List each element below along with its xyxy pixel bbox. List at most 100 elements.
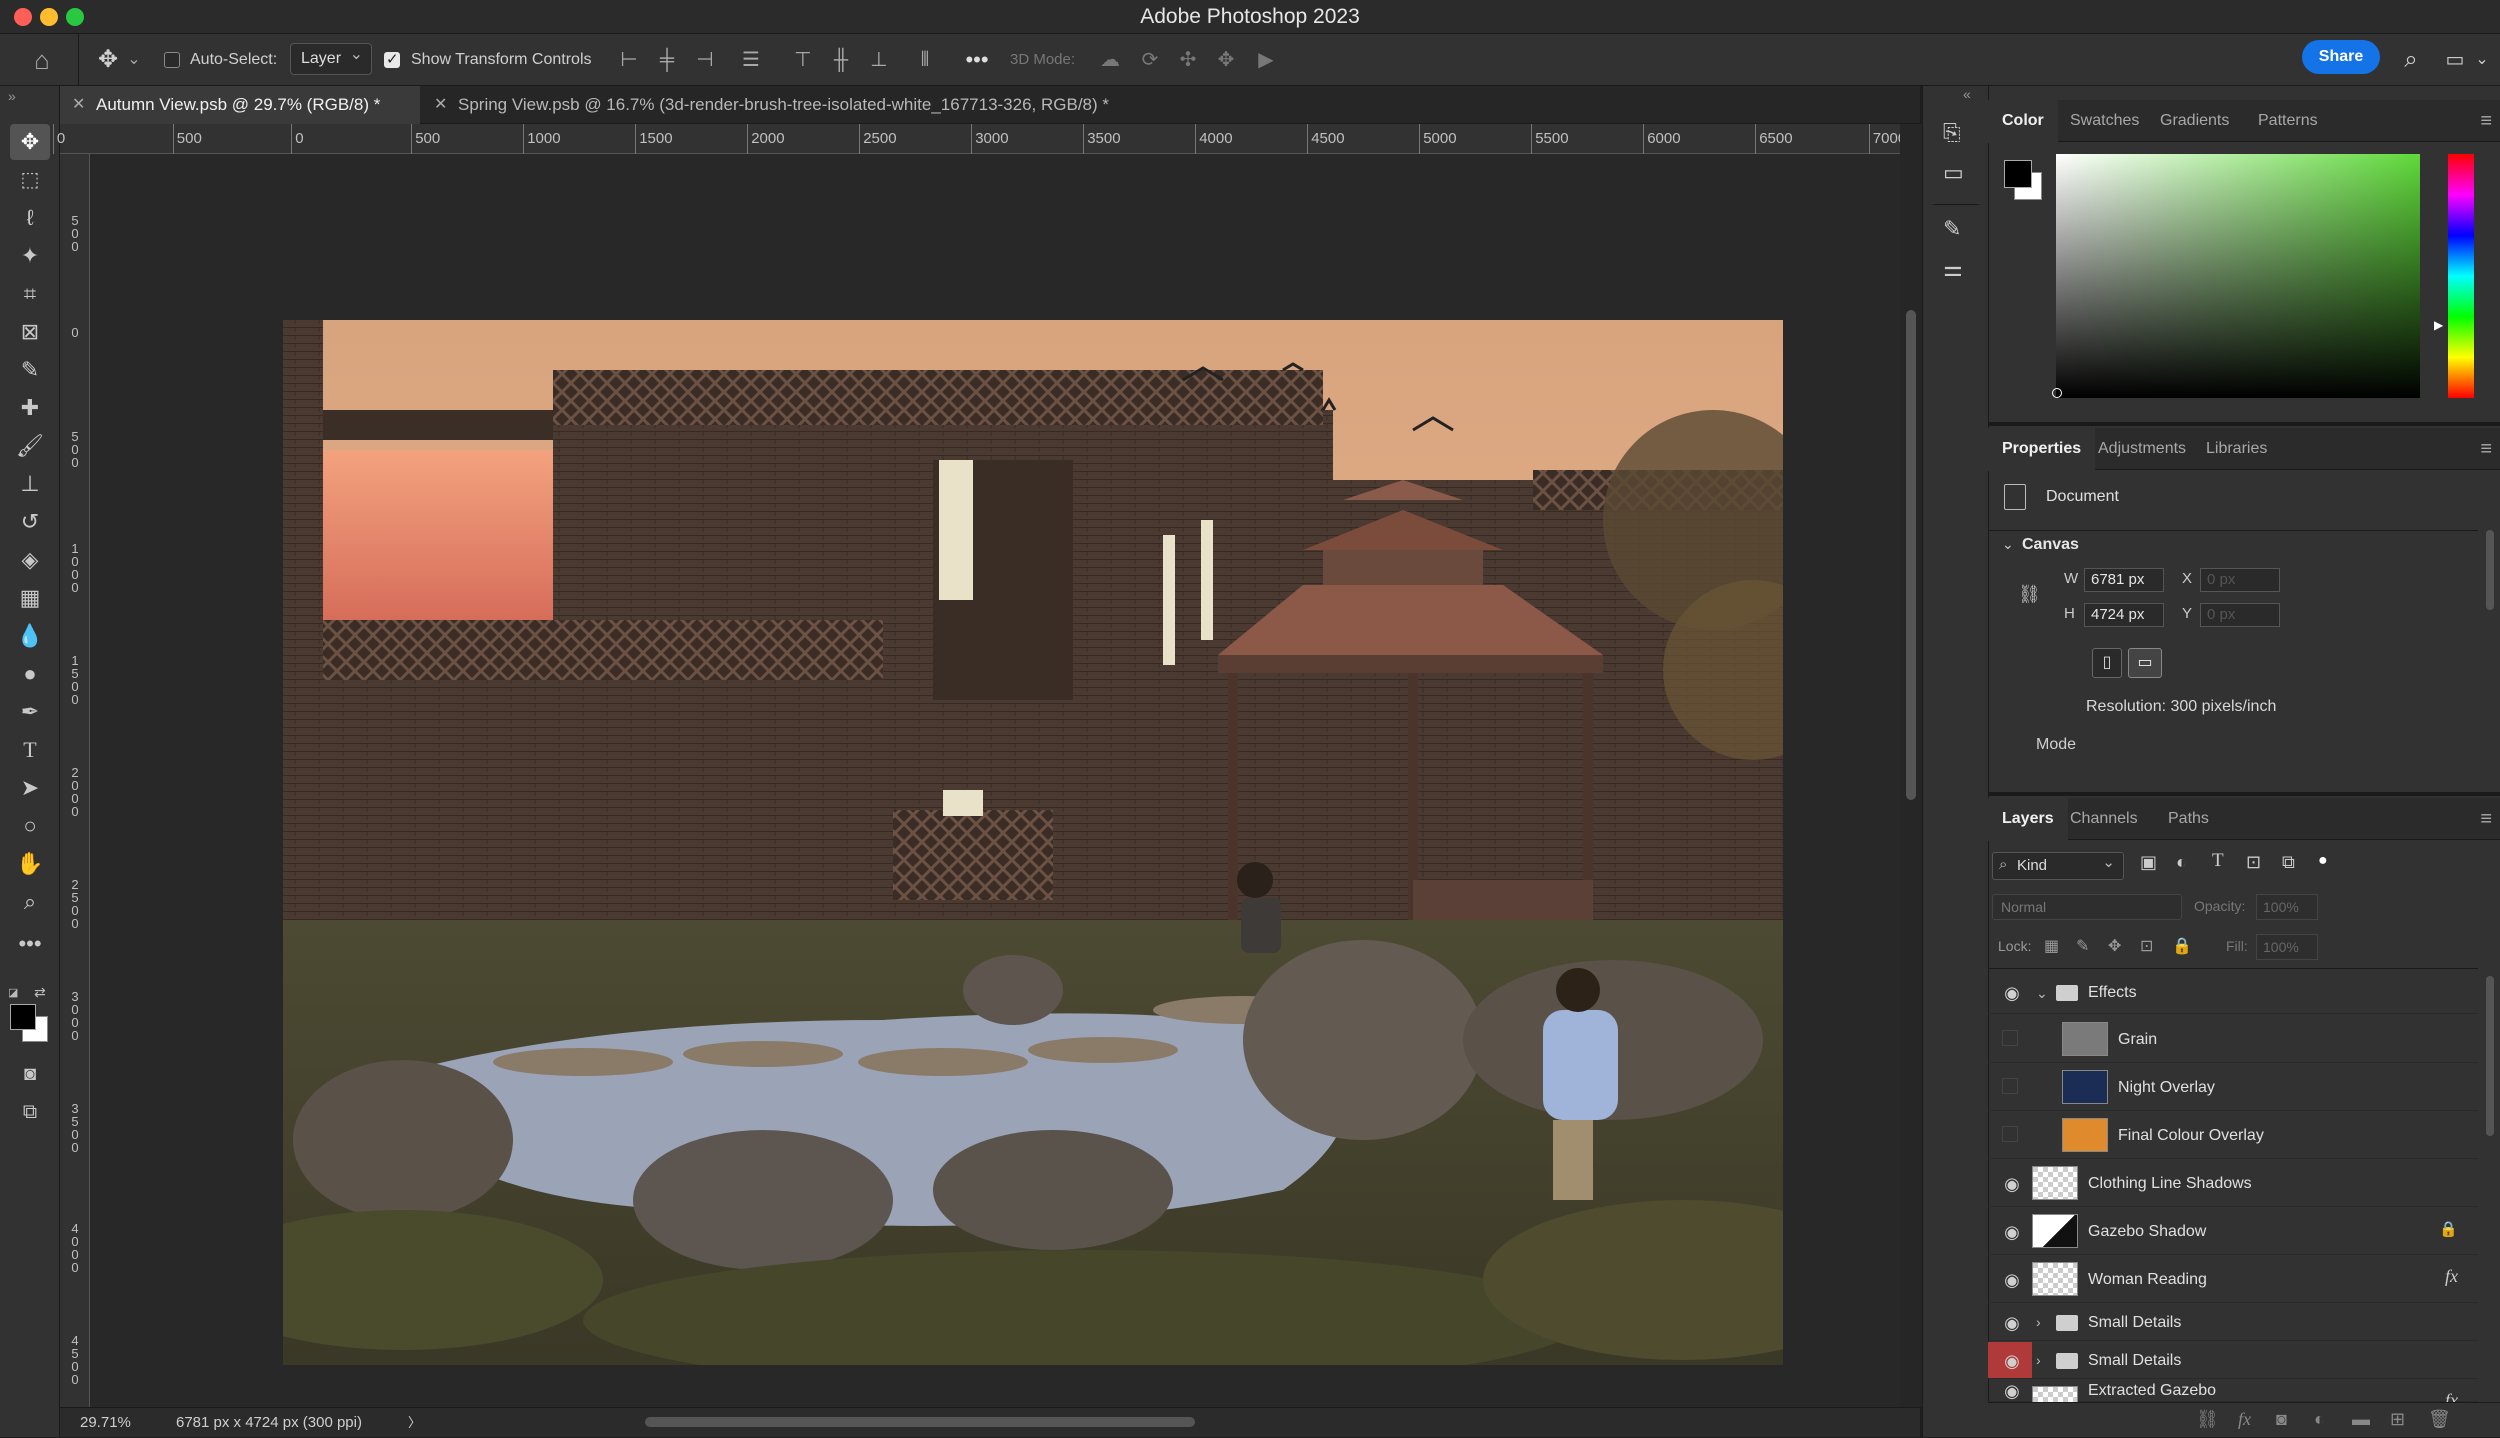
move-tool-preset-icon[interactable]: ✥: [88, 34, 128, 86]
tab-spring-view[interactable]: ✕ Spring View.psb @ 16.7% (3d-render-bru…: [422, 86, 1302, 124]
new-adjustment-layer-icon[interactable]: ◐: [2314, 1409, 2325, 1430]
add-layer-style-icon[interactable]: fx: [2238, 1409, 2251, 1430]
chevron-down-icon[interactable]: ⌄: [2002, 536, 2014, 553]
fill-input[interactable]: 100%: [2256, 934, 2318, 960]
filter-shape-icon[interactable]: ⊡: [2246, 852, 2261, 873]
crop-tool-icon[interactable]: ⌗: [10, 276, 50, 312]
tab-channels[interactable]: Channels: [2056, 798, 2152, 840]
link-layers-icon[interactable]: ⛓: [2196, 1409, 2219, 1430]
eraser-tool-icon[interactable]: ◈: [10, 542, 50, 578]
align-middle-icon[interactable]: ╫: [826, 34, 856, 86]
filter-toggle-icon[interactable]: ●: [2318, 852, 2332, 876]
layer-row[interactable]: Grain: [1988, 1016, 2478, 1063]
dodge-tool-icon[interactable]: ●: [10, 656, 50, 692]
eye-icon[interactable]: ◉: [2002, 1381, 2022, 1401]
frame-tool-icon[interactable]: ⊠: [10, 314, 50, 350]
auto-select-checkbox[interactable]: [164, 52, 180, 68]
document-canvas[interactable]: [283, 320, 1783, 1365]
eye-icon[interactable]: ◉: [2002, 1270, 2022, 1290]
layer-group-row[interactable]: ◉ › Small Details: [1988, 1304, 2478, 1341]
visibility-off-box[interactable]: [2002, 1077, 2018, 1094]
align-right-icon[interactable]: ⊣: [690, 34, 720, 86]
align-bottom-icon[interactable]: ⊥: [864, 34, 894, 86]
tab-libraries[interactable]: Libraries: [2192, 428, 2281, 470]
layer-row[interactable]: ◉ Woman Reading fx: [1988, 1256, 2478, 1303]
close-icon[interactable]: ✕: [72, 86, 85, 124]
3d-roll-icon[interactable]: ⟳: [1134, 34, 1166, 86]
show-transform-checkbox[interactable]: [384, 50, 400, 68]
opacity-input[interactable]: 100%: [2256, 894, 2318, 920]
layer-group-row[interactable]: ◉ › Small Details: [1988, 1342, 2478, 1379]
x-input[interactable]: 0 px: [2200, 568, 2280, 592]
visibility-off-box[interactable]: [2002, 1029, 2018, 1046]
tab-paths[interactable]: Paths: [2154, 798, 2223, 840]
eye-icon[interactable]: ◉: [2002, 1351, 2022, 1371]
eye-icon[interactable]: ◉: [2002, 1313, 2022, 1333]
visibility-off-box[interactable]: [2002, 1125, 2018, 1142]
canvas-section-title[interactable]: Canvas: [2022, 536, 2079, 554]
brush-tool-icon[interactable]: 🖌: [10, 428, 50, 464]
horizontal-scroll-thumb[interactable]: [645, 1417, 1195, 1427]
blur-tool-icon[interactable]: 💧: [10, 618, 50, 654]
foreground-color-swatch[interactable]: [10, 1004, 36, 1030]
type-tool-icon[interactable]: T: [10, 732, 50, 768]
ellipse-tool-icon[interactable]: ○: [10, 808, 50, 844]
chevron-right-icon[interactable]: ›: [2036, 1342, 2041, 1379]
filter-adjustment-icon[interactable]: ◐: [2176, 852, 2187, 873]
history-panel-icon[interactable]: ⎘: [1943, 120, 1961, 146]
add-mask-icon[interactable]: ◙: [2276, 1409, 2287, 1430]
gradient-tool-icon[interactable]: ▦: [10, 580, 50, 616]
collapse-toolbar-icon[interactable]: »: [8, 88, 16, 104]
foreground-color-swatch[interactable]: [2004, 160, 2032, 188]
eye-icon[interactable]: ◉: [2002, 1174, 2022, 1194]
delete-layer-icon[interactable]: 🗑: [2428, 1409, 2451, 1430]
edit-toolbar-icon[interactable]: •••: [10, 926, 50, 962]
pen-tool-icon[interactable]: ✒: [10, 694, 50, 730]
new-layer-icon[interactable]: ⊞: [2390, 1409, 2405, 1430]
adjustments-panel-icon[interactable]: ⚌: [1943, 256, 1963, 282]
hand-tool-icon[interactable]: ✋: [10, 846, 50, 882]
layer-select[interactable]: Layer: [290, 40, 372, 75]
eye-icon[interactable]: ◉: [2002, 1222, 2022, 1242]
default-colors-icon[interactable]: ◪: [8, 986, 20, 999]
portrait-orientation-icon[interactable]: ▯: [2092, 648, 2122, 678]
workspace-icon[interactable]: ▭: [2440, 34, 2470, 86]
marquee-tool-icon[interactable]: ⬚: [10, 162, 50, 198]
layers-scroll-thumb[interactable]: [2486, 976, 2494, 1136]
layer-row[interactable]: ◉ Clothing Line Shadows: [1988, 1160, 2478, 1207]
tab-swatches[interactable]: Swatches: [2056, 100, 2153, 142]
move-tool-icon[interactable]: ✥: [10, 124, 50, 160]
path-selection-tool-icon[interactable]: ➤: [10, 770, 50, 806]
align-center-icon[interactable]: ╪: [652, 34, 682, 86]
distribute-vertical-icon[interactable]: ⫴: [910, 34, 940, 86]
filter-pixel-icon[interactable]: ▣: [2140, 852, 2157, 873]
status-menu-arrow[interactable]: 〉: [408, 1408, 421, 1438]
color-picker-cursor[interactable]: [2052, 388, 2062, 398]
distribute-icon[interactable]: ☰: [736, 34, 766, 86]
tab-gradients[interactable]: Gradients: [2146, 100, 2243, 142]
history-brush-tool-icon[interactable]: ↺: [10, 504, 50, 540]
zoom-level[interactable]: 29.71%: [80, 1408, 131, 1438]
comments-panel-icon[interactable]: ▭: [1943, 160, 1964, 186]
lock-artboard-icon[interactable]: ⊡: [2140, 936, 2153, 956]
magic-wand-tool-icon[interactable]: ✦: [10, 238, 50, 274]
panel-menu-icon[interactable]: ≡: [2480, 438, 2492, 461]
lock-all-icon[interactable]: 🔒: [2172, 936, 2192, 956]
align-top-icon[interactable]: ⊤: [788, 34, 818, 86]
landscape-orientation-icon[interactable]: ▭: [2128, 648, 2162, 678]
new-group-icon[interactable]: ▬: [2352, 1409, 2370, 1430]
tab-adjustments[interactable]: Adjustments: [2084, 428, 2200, 470]
lock-position-icon[interactable]: ✥: [2108, 936, 2121, 956]
3d-slide-icon[interactable]: ✥: [1210, 34, 1242, 86]
swap-colors-icon[interactable]: ⇄: [34, 984, 46, 1001]
y-input[interactable]: 0 px: [2200, 603, 2280, 627]
tab-color[interactable]: Color: [1988, 100, 2058, 143]
collapse-panels-icon[interactable]: «: [1963, 86, 1971, 102]
layer-effects-icon[interactable]: fx: [2445, 1266, 2458, 1287]
layer-filter-select[interactable]: ⌕ Kind ⌄: [1992, 852, 2124, 880]
filter-type-icon[interactable]: T: [2212, 850, 2224, 872]
lock-pixels-icon[interactable]: ✎: [2076, 936, 2089, 956]
color-field[interactable]: [2056, 154, 2420, 398]
layer-row[interactable]: ◉ Gazebo Shadow 🔒: [1988, 1208, 2478, 1255]
hue-slider[interactable]: [2448, 154, 2474, 398]
